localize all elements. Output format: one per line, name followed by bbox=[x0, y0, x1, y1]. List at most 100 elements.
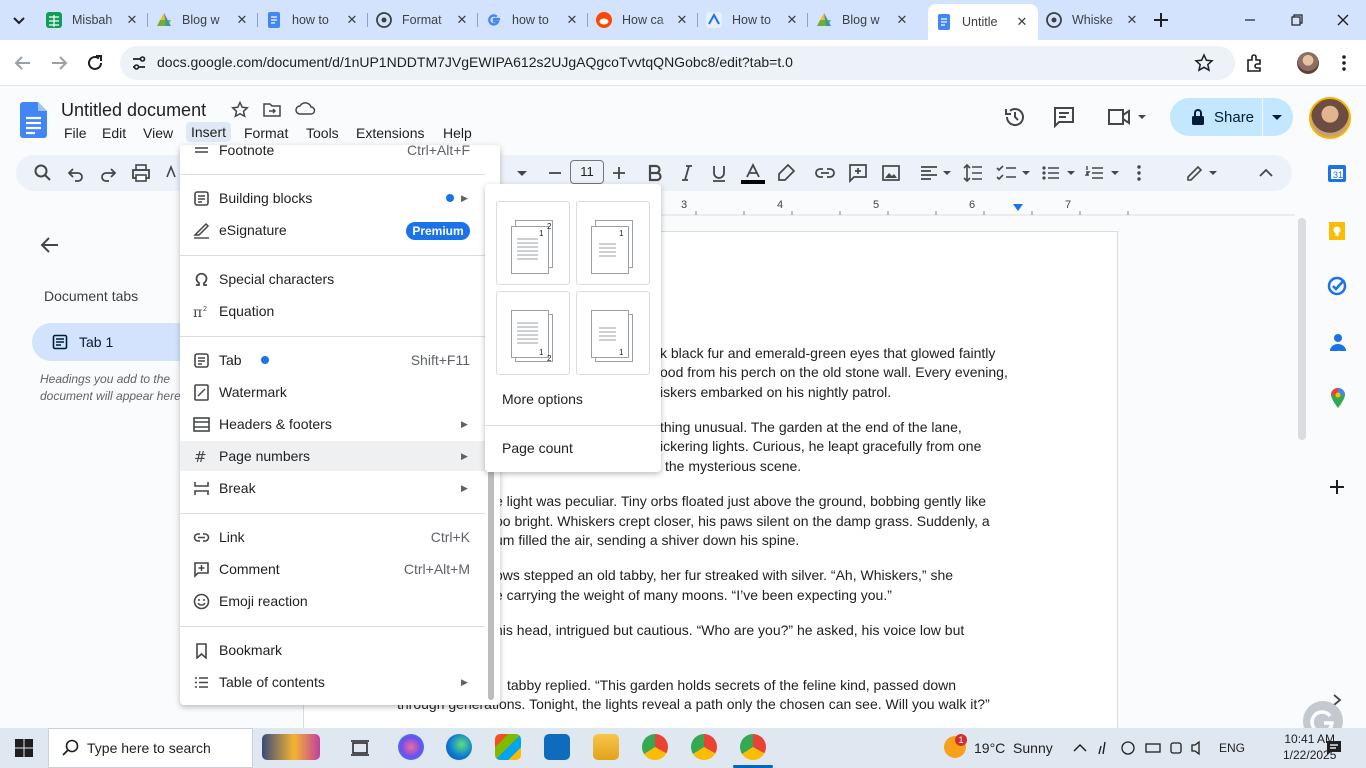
document-text-line[interactable]: ickering lights. Curious, he leapt grace… bbox=[660, 438, 981, 454]
close-tab-icon[interactable]: ✕ bbox=[564, 12, 580, 28]
checklist-icon[interactable] bbox=[996, 163, 1032, 183]
document-text-line[interactable]: tabby replied. “This garden holds secret… bbox=[507, 677, 956, 693]
document-text-line[interactable]: iskers embarked on his nightly patrol. bbox=[660, 384, 891, 400]
font-size-input[interactable]: 11 bbox=[570, 160, 604, 184]
page-number-option[interactable]: 12 bbox=[496, 291, 570, 375]
chrome-active-icon[interactable] bbox=[740, 734, 766, 760]
profile-avatar[interactable] bbox=[1297, 52, 1319, 74]
edge-icon[interactable] bbox=[446, 734, 472, 760]
insert-link-icon[interactable] bbox=[815, 163, 835, 183]
menu-item-table-of-contents[interactable]: Table of contents ▶ bbox=[180, 667, 500, 697]
site-info-icon[interactable] bbox=[130, 54, 148, 72]
line-spacing-icon[interactable] bbox=[963, 163, 983, 183]
close-sidebar-back-icon[interactable] bbox=[39, 235, 61, 255]
menu-view[interactable]: View bbox=[141, 125, 175, 141]
chrome-icon[interactable] bbox=[642, 734, 668, 760]
meet-icon[interactable] bbox=[1106, 106, 1146, 128]
menu-edit[interactable]: Edit bbox=[100, 125, 128, 141]
document-text-line[interactable]: his head, intrigued but cautious. “Who a… bbox=[495, 622, 964, 638]
outlook-icon[interactable] bbox=[544, 734, 570, 760]
menu-file[interactable]: File bbox=[62, 125, 89, 141]
task-view-icon[interactable] bbox=[350, 738, 370, 758]
menu-item-comment[interactable]: Comment Ctrl+Alt+M bbox=[180, 554, 500, 584]
menu-item-break[interactable]: Break ▶ bbox=[180, 473, 500, 503]
share-button[interactable]: Share bbox=[1170, 98, 1262, 136]
show-hidden-icons-icon[interactable] bbox=[1072, 740, 1088, 756]
account-avatar[interactable] bbox=[1309, 97, 1351, 139]
browser-tab[interactable]: how to ✕ bbox=[478, 6, 588, 34]
file-explorer-icon[interactable] bbox=[593, 734, 619, 760]
document-text-line[interactable]: e light was peculiar. Tiny orbs floated … bbox=[495, 493, 986, 509]
close-tab-icon[interactable]: ✕ bbox=[1014, 14, 1030, 30]
bold-icon[interactable] bbox=[645, 163, 665, 183]
page-number-option[interactable]: 12 bbox=[496, 201, 570, 285]
start-button[interactable] bbox=[14, 738, 34, 758]
italic-icon[interactable] bbox=[677, 163, 697, 183]
document-title[interactable]: Untitled document bbox=[61, 100, 206, 121]
get-addons-icon[interactable] bbox=[1327, 477, 1347, 497]
back-button[interactable] bbox=[12, 53, 34, 73]
close-tab-icon[interactable]: ✕ bbox=[234, 12, 250, 28]
align-icon[interactable] bbox=[919, 163, 953, 183]
menu-item-headers-footers[interactable]: Headers & footers ▶ bbox=[180, 409, 500, 439]
browser-tab[interactable]: Whiske ✕ bbox=[1038, 6, 1148, 34]
bulleted-list-icon[interactable] bbox=[1041, 163, 1077, 183]
numbered-list-icon[interactable] bbox=[1085, 163, 1121, 183]
move-folder-icon[interactable] bbox=[262, 101, 282, 119]
calendar-icon[interactable]: 31 bbox=[1327, 163, 1347, 183]
highlight-color-icon[interactable] bbox=[776, 163, 796, 183]
editing-mode-icon[interactable] bbox=[1185, 163, 1221, 183]
document-text-line[interactable]: e carrying the weight of many moons. “I’… bbox=[495, 587, 892, 603]
font-chevron-icon[interactable] bbox=[512, 163, 532, 183]
extensions-icon[interactable] bbox=[1244, 52, 1266, 74]
forward-button[interactable] bbox=[48, 53, 70, 73]
print-icon[interactable] bbox=[131, 163, 151, 183]
document-text-line[interactable]: k black fur and emerald-green eyes that … bbox=[660, 345, 995, 361]
browser-tab[interactable]: Misbah ✕ bbox=[38, 6, 148, 34]
share-dropdown-button[interactable] bbox=[1263, 98, 1293, 136]
increase-font-size-icon[interactable] bbox=[609, 163, 629, 183]
browser-tab[interactable]: how to ✕ bbox=[258, 6, 368, 34]
menu-item-equation[interactable]: π 2 Equation bbox=[180, 296, 500, 326]
language-indicator[interactable]: ENG bbox=[1219, 741, 1245, 755]
hide-menus-icon[interactable] bbox=[1256, 163, 1276, 183]
document-text-line[interactable]: thing unusual. The garden at the end of … bbox=[660, 419, 962, 435]
menu-item-page-numbers[interactable]: # Page numbers ▶ bbox=[180, 441, 500, 471]
maps-icon[interactable] bbox=[1329, 387, 1347, 409]
text-color-icon[interactable] bbox=[741, 163, 765, 184]
browser-tab[interactable]: How ca ✕ bbox=[588, 6, 698, 34]
underline-icon[interactable] bbox=[709, 163, 729, 183]
more-options-item[interactable]: More options bbox=[502, 391, 583, 407]
close-window-button[interactable] bbox=[1333, 10, 1353, 30]
document-text-line[interactable]: ows stepped an old tabby, her fur streak… bbox=[495, 567, 953, 583]
close-tab-icon[interactable]: ✕ bbox=[784, 12, 800, 28]
weather-text[interactable]: 19°C Sunny bbox=[974, 740, 1053, 756]
close-tab-icon[interactable]: ✕ bbox=[124, 12, 140, 28]
url-text[interactable]: docs.google.com/document/d/1nUP1NDDTM7JV… bbox=[157, 54, 793, 70]
comments-icon[interactable] bbox=[1052, 105, 1076, 129]
browser-tab[interactable]: Blog w ✕ bbox=[148, 6, 258, 34]
reload-button[interactable] bbox=[84, 52, 106, 74]
redo-icon[interactable] bbox=[98, 163, 118, 183]
docs-logo-icon[interactable] bbox=[20, 102, 47, 138]
search-menus-icon[interactable] bbox=[33, 163, 53, 183]
insert-image-icon[interactable] bbox=[881, 163, 901, 183]
document-text-line[interactable]: oo bright. Whiskers crept closer, his pa… bbox=[495, 513, 990, 529]
tab-search-button[interactable] bbox=[8, 10, 30, 30]
tasks-icon[interactable] bbox=[1327, 276, 1347, 296]
menu-item-link[interactable]: Link Ctrl+K bbox=[180, 522, 500, 552]
browser-tab[interactable]: How to ✕ bbox=[698, 6, 808, 34]
menu-item-watermark[interactable]: Watermark bbox=[180, 377, 500, 407]
browser-tab[interactable]: Blog w ✕ bbox=[808, 6, 918, 34]
menu-item-bookmark[interactable]: Bookmark bbox=[180, 635, 500, 665]
version-history-icon[interactable] bbox=[1003, 105, 1027, 129]
document-text-line[interactable]: ood from his perch on the old stone wall… bbox=[660, 364, 1008, 380]
new-tab-button[interactable] bbox=[1150, 9, 1172, 31]
minimize-button[interactable] bbox=[1240, 10, 1260, 30]
star-icon[interactable] bbox=[231, 101, 249, 119]
browser-menu-icon[interactable] bbox=[1334, 53, 1354, 73]
keep-icon[interactable] bbox=[1327, 220, 1347, 242]
page-scrollbar[interactable] bbox=[1298, 218, 1306, 440]
add-comment-icon[interactable] bbox=[848, 163, 868, 183]
contacts-icon[interactable] bbox=[1329, 332, 1347, 352]
